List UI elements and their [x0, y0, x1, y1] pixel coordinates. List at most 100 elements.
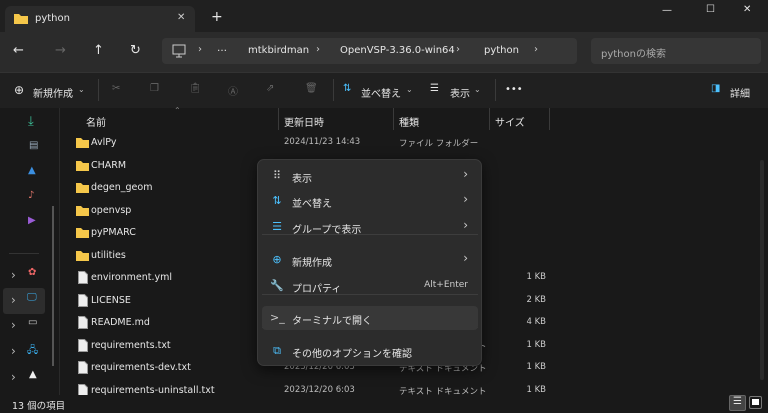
details-pane-icon: ◨ [711, 83, 721, 94]
breadcrumb-overflow[interactable]: … [217, 43, 227, 54]
documents-icon[interactable]: ▤ [29, 140, 38, 151]
menu-item-group[interactable]: ☰ グループで表示 › [262, 215, 478, 239]
menu-item-label: プロパティ [292, 284, 342, 295]
menu-item-grid[interactable]: ⠿ 表示 › [262, 164, 478, 188]
file-size: 2 KB [526, 294, 546, 305]
new-button[interactable]: 新規作成 [33, 85, 73, 100]
file-icon [78, 271, 88, 284]
file-name: requirements.txt [91, 339, 171, 351]
file-size: 1 KB [526, 272, 546, 282]
file-type: ファイル フォルダー [399, 139, 479, 149]
tab-title: python [35, 13, 70, 24]
file-name: pyPMARC [91, 227, 136, 238]
copy-icon[interactable]: ❐ [150, 83, 159, 94]
column-headers: 名前 ⌃ 更新日時 種類 サイズ [74, 106, 564, 130]
folder-icon [76, 205, 89, 216]
file-size: 4 KB [526, 317, 546, 327]
chevron-right-icon: › [463, 167, 468, 181]
paste-icon[interactable]: 📋︎ [189, 83, 202, 94]
more-options-icon: ⧉ [273, 344, 281, 357]
forward-button[interactable]: → [55, 43, 66, 58]
column-size[interactable]: サイズ [495, 114, 525, 129]
details-button[interactable]: 詳細 [730, 85, 750, 100]
folder-icon [76, 250, 89, 261]
folder-icon [76, 183, 89, 193]
column-name[interactable]: 名前 [86, 114, 106, 129]
menu-item-label: 新規作成 [292, 258, 332, 269]
refresh-button[interactable]: ↻ [130, 43, 141, 58]
address-bar[interactable]: › … mtkbirdman › OpenVSP-3.36.0-win64 › … [162, 38, 577, 64]
folder-icon [76, 228, 89, 238]
file-row[interactable]: AvlPy 2024/11/23 14:43 ファイル フォルダー [74, 132, 564, 154]
column-type[interactable]: 種類 [399, 114, 419, 129]
chevron-right-icon: › [463, 218, 468, 232]
cut-icon[interactable]: ✂ [112, 83, 120, 94]
details-view-button[interactable]: ☰ [729, 395, 746, 411]
gallery-icon[interactable]: ✿ [28, 267, 36, 278]
breadcrumb-mtkbirdman[interactable]: mtkbirdman [248, 45, 309, 56]
breadcrumb-openvsp[interactable]: OpenVSP-3.36.0-win64 [340, 45, 455, 56]
sort-button[interactable]: 並べ替え [361, 85, 401, 100]
terminal-icon: >_ [270, 311, 285, 324]
file-icon [78, 338, 88, 352]
tab-close-button[interactable]: ✕ [177, 12, 185, 23]
maximize-button[interactable]: ☐ [706, 4, 715, 15]
menu-item-more-options[interactable]: ⧉ その他のオプションを確認 [262, 339, 478, 363]
tiles-view-button[interactable] [749, 396, 762, 409]
status-bar: 13 個の項目 ☰ [0, 395, 768, 413]
menu-item-terminal[interactable]: >_ ターミナルで開く [262, 306, 478, 330]
file-size: 1 KB [526, 339, 546, 350]
menu-item-label: グループで表示 [292, 225, 362, 236]
menu-item-wrench[interactable]: 🔧 プロパティ Alt+Enter [262, 274, 478, 298]
delete-icon[interactable]: 🗑︎ [305, 83, 318, 94]
file-name: requirements-dev.txt [91, 362, 191, 373]
network-icon[interactable]: 🖧︎ [27, 343, 38, 360]
file-date: 2024/11/23 14:43 [284, 137, 361, 147]
column-date[interactable]: 更新日時 [284, 114, 324, 129]
rename-icon[interactable]: Ⓐ [228, 83, 238, 98]
tab-python[interactable]: python ✕ [5, 6, 195, 32]
view-button[interactable]: 表示 [450, 85, 470, 100]
minimize-button[interactable]: — [662, 5, 672, 16]
this-pc-item[interactable] [3, 288, 45, 314]
close-button[interactable]: ✕ [743, 4, 751, 15]
file-icon [78, 293, 88, 307]
file-name: CHARM [91, 159, 127, 171]
navigation-pane: ⤓ ▤ ▲ ♪ ▶ › ✿ › 🖵︎ › ▭ › 🖧︎ › ▲ [0, 108, 60, 395]
drive-icon[interactable]: ▭ [28, 317, 37, 328]
more-button[interactable]: ••• [505, 84, 523, 95]
file-name: requirements-uninstall.txt [91, 384, 215, 396]
downloads-icon[interactable]: ⤓ [28, 114, 34, 129]
view-icon: ☰ [430, 83, 439, 94]
sort-icon: ⇅ [343, 83, 352, 94]
pictures-icon[interactable]: ▲ [28, 165, 36, 176]
folder-icon [14, 14, 28, 24]
menu-item-sort[interactable]: ⇅ 並べ替え › [262, 189, 478, 213]
grid-icon: ⠿ [272, 169, 282, 182]
music-icon[interactable]: ♪ [28, 190, 34, 201]
plus-circle-icon: ⊕ [272, 253, 282, 266]
chevron-right-icon: › [463, 192, 468, 206]
file-name: environment.yml [91, 272, 173, 283]
file-list-scrollbar[interactable] [760, 160, 764, 380]
share-icon[interactable]: ⇗ [266, 83, 274, 94]
folder-icon [76, 138, 89, 148]
context-menu: ⠿ 表示 › ⇅ 並べ替え › ☰ グループで表示 › ⊕ 新規作成 › 🔧 プロパティ Alt+Enter… [257, 159, 482, 366]
menu-item-label: 並べ替え [292, 199, 332, 210]
back-button[interactable]: ← [13, 43, 24, 58]
linux-icon[interactable]: ▲ [29, 369, 37, 380]
breadcrumb-python[interactable]: python [484, 45, 519, 56]
chevron-right-icon: › [463, 251, 468, 265]
item-count: 13 個の項目 [12, 401, 66, 412]
menu-item-plus-circle[interactable]: ⊕ 新規作成 › [262, 248, 478, 272]
new-tab-button[interactable]: + [211, 9, 223, 25]
desktop-pc-icon[interactable]: 🖵︎ [27, 292, 37, 303]
group-icon: ☰ [272, 220, 282, 233]
up-button[interactable]: ↑ [93, 43, 104, 58]
scrollbar[interactable] [52, 206, 54, 366]
file-icon [78, 316, 88, 329]
search-input[interactable]: pythonの検索 [591, 38, 761, 64]
file-size: 1 KB [526, 384, 546, 395]
videos-icon[interactable]: ▶ [28, 215, 36, 226]
computer-icon [172, 44, 186, 58]
